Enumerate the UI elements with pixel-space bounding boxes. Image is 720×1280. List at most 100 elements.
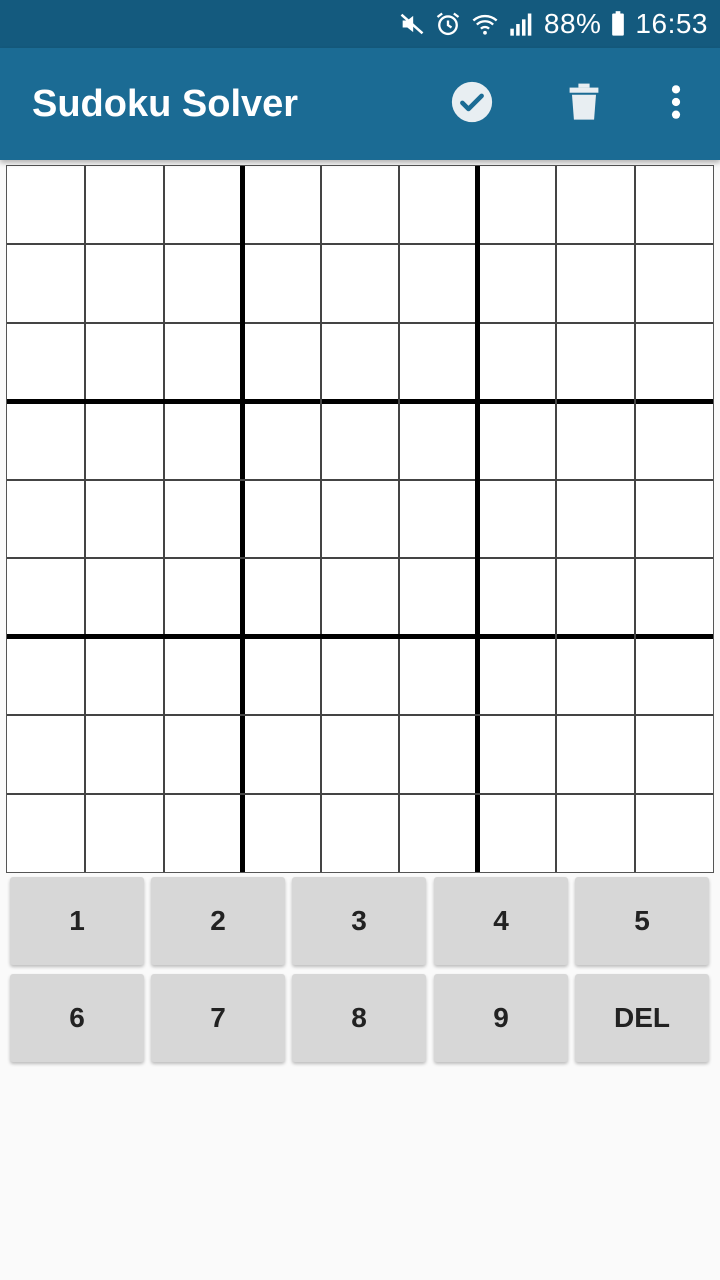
grid-cell[interactable] xyxy=(556,715,634,793)
grid-cell[interactable] xyxy=(85,244,163,322)
grid-cell[interactable] xyxy=(164,244,242,322)
grid-cell[interactable] xyxy=(164,166,242,244)
grid-cell[interactable] xyxy=(399,244,477,322)
grid-cell[interactable] xyxy=(478,323,556,401)
grid-cell[interactable] xyxy=(242,166,320,244)
grid-cell[interactable] xyxy=(399,480,477,558)
grid-cell[interactable] xyxy=(399,323,477,401)
grid-cell[interactable] xyxy=(556,166,634,244)
grid-cell[interactable] xyxy=(556,323,634,401)
grid-cell[interactable] xyxy=(635,794,713,872)
grid-cell[interactable] xyxy=(164,323,242,401)
grid-cell[interactable] xyxy=(85,637,163,715)
grid-cell[interactable] xyxy=(7,166,85,244)
grid-cell[interactable] xyxy=(7,323,85,401)
grid-cell[interactable] xyxy=(7,558,85,636)
grid-cell[interactable] xyxy=(556,480,634,558)
grid-cell[interactable] xyxy=(478,244,556,322)
grid-cell[interactable] xyxy=(321,558,399,636)
box-divider xyxy=(7,398,713,404)
grid-cell[interactable] xyxy=(399,166,477,244)
grid-cell[interactable] xyxy=(85,715,163,793)
grid-cell[interactable] xyxy=(556,558,634,636)
grid-cell[interactable] xyxy=(635,166,713,244)
key-3[interactable]: 3 xyxy=(292,877,426,965)
grid-cell[interactable] xyxy=(478,166,556,244)
grid-cell[interactable] xyxy=(635,323,713,401)
grid-cell[interactable] xyxy=(85,166,163,244)
grid-cell[interactable] xyxy=(321,637,399,715)
key-4[interactable]: 4 xyxy=(434,877,568,965)
grid-cell[interactable] xyxy=(242,558,320,636)
key-1[interactable]: 1 xyxy=(10,877,144,965)
grid-cell[interactable] xyxy=(321,166,399,244)
grid-cell[interactable] xyxy=(164,401,242,479)
grid-cell[interactable] xyxy=(556,401,634,479)
grid-cell[interactable] xyxy=(85,794,163,872)
status-bar: 88% 16:53 xyxy=(0,0,720,48)
check-button[interactable] xyxy=(448,80,496,128)
grid-cell[interactable] xyxy=(321,715,399,793)
grid-cell[interactable] xyxy=(164,558,242,636)
grid-cell[interactable] xyxy=(321,794,399,872)
grid-cell[interactable] xyxy=(478,637,556,715)
grid-cell[interactable] xyxy=(242,637,320,715)
grid-cell[interactable] xyxy=(635,637,713,715)
grid-cell[interactable] xyxy=(399,401,477,479)
grid-cell[interactable] xyxy=(478,480,556,558)
grid-cell[interactable] xyxy=(7,480,85,558)
grid-cell[interactable] xyxy=(321,244,399,322)
grid-cell[interactable] xyxy=(7,637,85,715)
clear-button[interactable] xyxy=(560,80,608,128)
grid-cell[interactable] xyxy=(635,715,713,793)
key-8[interactable]: 8 xyxy=(292,974,426,1062)
grid-cell[interactable] xyxy=(478,401,556,479)
grid-cell[interactable] xyxy=(164,637,242,715)
grid-cell[interactable] xyxy=(164,794,242,872)
key-7[interactable]: 7 xyxy=(151,974,285,1062)
grid-cell[interactable] xyxy=(399,637,477,715)
grid-cell[interactable] xyxy=(321,401,399,479)
grid-cell[interactable] xyxy=(7,715,85,793)
grid-cell[interactable] xyxy=(242,401,320,479)
grid-cell[interactable] xyxy=(399,715,477,793)
grid-cell[interactable] xyxy=(635,244,713,322)
grid-cell[interactable] xyxy=(556,794,634,872)
grid-cell[interactable] xyxy=(635,401,713,479)
grid-cell[interactable] xyxy=(85,401,163,479)
grid-cell[interactable] xyxy=(478,715,556,793)
grid-cell[interactable] xyxy=(321,480,399,558)
grid-cell[interactable] xyxy=(7,794,85,872)
grid-cell[interactable] xyxy=(635,558,713,636)
grid-cell[interactable] xyxy=(242,715,320,793)
cell-divider xyxy=(633,166,636,872)
cell-divider xyxy=(7,557,713,560)
status-icons: 88% 16:53 xyxy=(398,0,708,48)
grid-cell[interactable] xyxy=(85,323,163,401)
grid-cell[interactable] xyxy=(556,244,634,322)
grid-cell[interactable] xyxy=(635,480,713,558)
grid-cell[interactable] xyxy=(242,244,320,322)
grid-cell[interactable] xyxy=(399,558,477,636)
grid-cell[interactable] xyxy=(7,401,85,479)
grid-cell[interactable] xyxy=(242,323,320,401)
grid-cell[interactable] xyxy=(478,558,556,636)
grid-cell[interactable] xyxy=(164,480,242,558)
key-6[interactable]: 6 xyxy=(10,974,144,1062)
grid-cell[interactable] xyxy=(399,794,477,872)
key-5[interactable]: 5 xyxy=(575,877,709,965)
key-9[interactable]: 9 xyxy=(434,974,568,1062)
grid-cell[interactable] xyxy=(242,794,320,872)
overflow-menu-button[interactable] xyxy=(652,80,700,128)
grid-cell[interactable] xyxy=(164,715,242,793)
grid-cell[interactable] xyxy=(321,323,399,401)
grid-cell[interactable] xyxy=(7,244,85,322)
key-2[interactable]: 2 xyxy=(151,877,285,965)
grid-cell[interactable] xyxy=(242,480,320,558)
grid-cell[interactable] xyxy=(478,794,556,872)
grid-cell[interactable] xyxy=(85,558,163,636)
delete-key[interactable]: DEL xyxy=(575,974,709,1062)
grid-cell[interactable] xyxy=(556,637,634,715)
grid-cell[interactable] xyxy=(85,480,163,558)
wifi-icon xyxy=(470,10,500,38)
